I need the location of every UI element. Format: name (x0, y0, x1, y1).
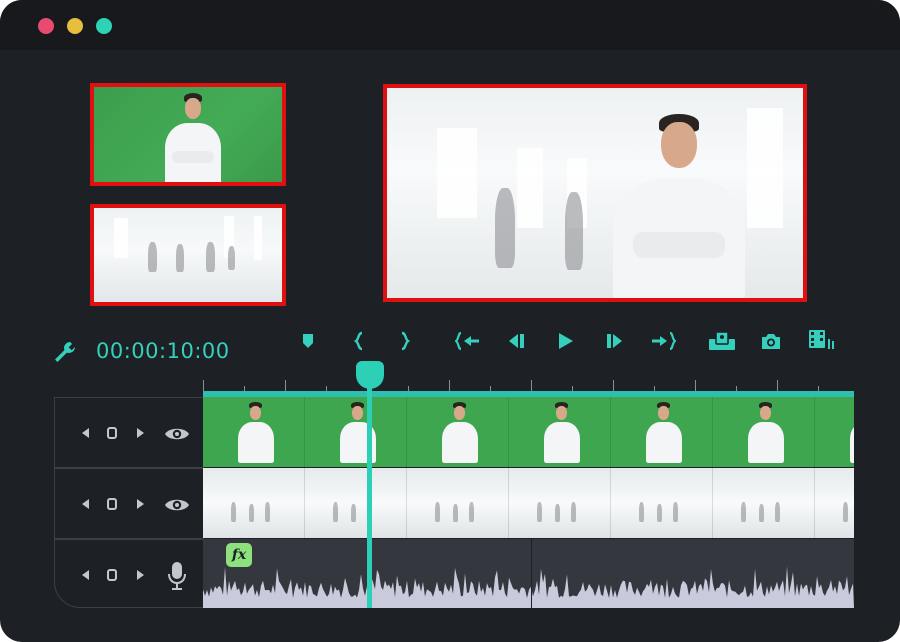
eye-icon[interactable] (164, 425, 190, 447)
timeline-ruler[interactable] (203, 370, 854, 392)
maximize-dot[interactable] (96, 18, 112, 34)
marker-icon[interactable] (296, 330, 320, 352)
timecode-display: 00:00:10:00 (96, 339, 230, 363)
snapshot-icon[interactable] (759, 330, 783, 352)
office-background-preview[interactable] (90, 204, 286, 306)
minimize-dot[interactable] (67, 18, 83, 34)
audio-waveform (203, 539, 854, 608)
eye-icon[interactable] (164, 496, 190, 518)
track-divider (54, 467, 204, 469)
playhead-line[interactable] (367, 385, 372, 608)
presenter-figure (160, 91, 224, 182)
keyframe-icon[interactable] (107, 427, 117, 439)
close-dot[interactable] (38, 18, 54, 34)
editor-window: 00:00:10:00 fx (0, 0, 900, 642)
go-to-in-icon[interactable] (455, 330, 481, 352)
go-to-out-icon[interactable] (650, 330, 676, 352)
track-divider (54, 538, 204, 540)
keyframe-icon[interactable] (107, 498, 117, 510)
wrench-icon[interactable] (52, 339, 78, 365)
previous-keyframe-icon[interactable] (82, 570, 89, 580)
composite-result-preview[interactable] (383, 84, 807, 302)
previous-frame-icon[interactable] (504, 330, 528, 352)
play-icon[interactable] (553, 330, 577, 352)
mark-in-icon[interactable] (347, 330, 371, 352)
previous-keyframe-icon[interactable] (82, 499, 89, 509)
title-bar (0, 0, 900, 50)
previous-keyframe-icon[interactable] (82, 428, 89, 438)
audio-clip[interactable] (203, 539, 854, 608)
fx-badge[interactable]: fx (226, 543, 252, 567)
playhead-handle[interactable] (356, 361, 384, 389)
export-film-icon[interactable] (808, 330, 836, 352)
office-background-clip[interactable] (203, 468, 854, 538)
keyframe-icon[interactable] (107, 569, 117, 581)
green-screen-source-preview[interactable] (90, 83, 286, 186)
next-keyframe-icon[interactable] (137, 428, 144, 438)
next-keyframe-icon[interactable] (137, 499, 144, 509)
microphone-icon[interactable] (167, 561, 187, 595)
next-keyframe-icon[interactable] (137, 570, 144, 580)
green-screen-clip[interactable] (203, 397, 854, 467)
mark-out-icon[interactable] (393, 330, 417, 352)
presenter-figure (609, 108, 749, 298)
next-frame-icon[interactable] (603, 330, 627, 352)
picture-in-picture-icon[interactable] (708, 330, 736, 352)
